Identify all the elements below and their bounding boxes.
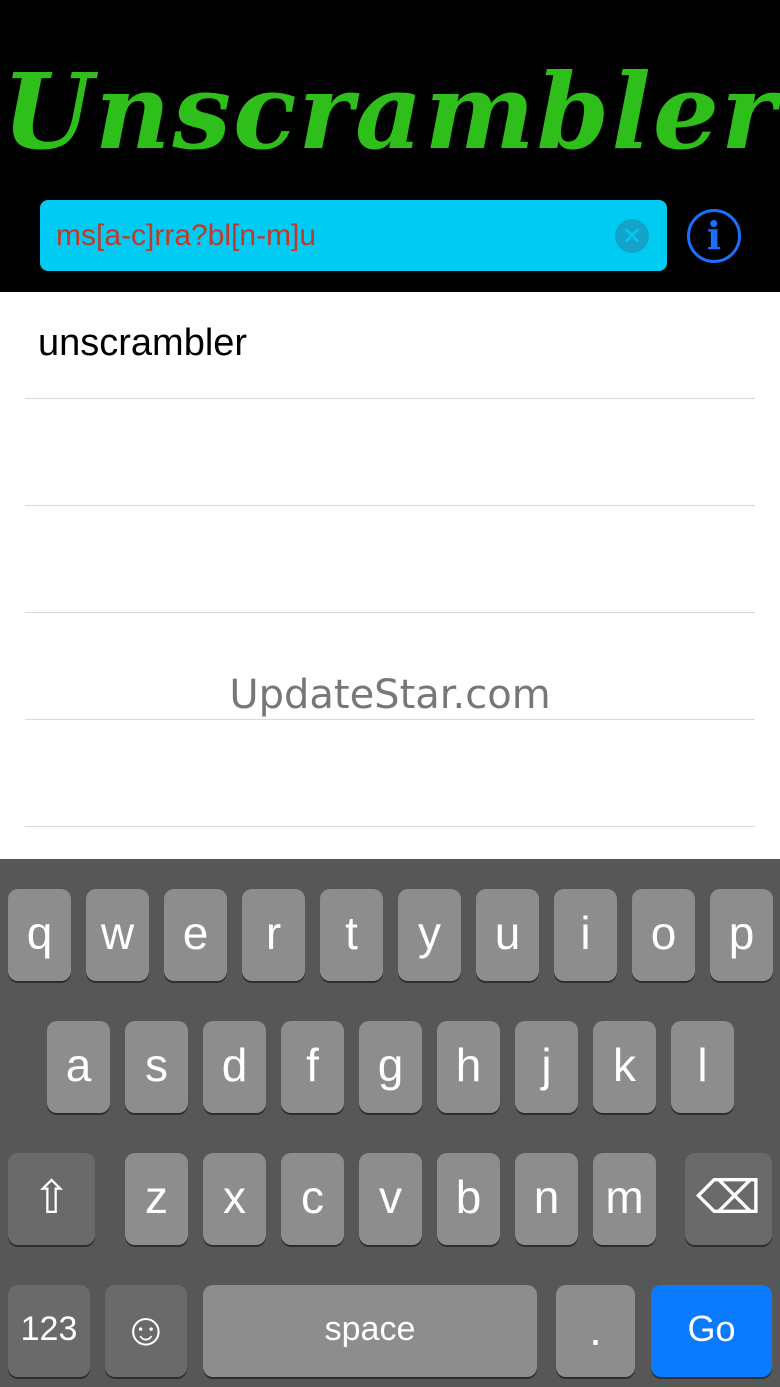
- delete-icon[interactable]: ⌫: [685, 1153, 772, 1245]
- key-k[interactable]: k: [593, 1021, 656, 1113]
- go-button[interactable]: Go: [651, 1285, 772, 1377]
- list-item[interactable]: [25, 720, 755, 827]
- key-h[interactable]: h: [437, 1021, 500, 1113]
- key-s[interactable]: s: [125, 1021, 188, 1113]
- period-key[interactable]: .: [556, 1285, 635, 1377]
- key-e[interactable]: e: [164, 889, 227, 981]
- key-d[interactable]: d: [203, 1021, 266, 1113]
- emoji-icon[interactable]: ☺: [105, 1285, 187, 1377]
- keyboard: q w e r t y u i o p a s d f g h j k l ⇧ …: [0, 859, 780, 1387]
- list-item[interactable]: [25, 399, 755, 506]
- list-item[interactable]: [25, 506, 755, 613]
- key-x[interactable]: x: [203, 1153, 266, 1245]
- shift-icon[interactable]: ⇧: [8, 1153, 95, 1245]
- key-i[interactable]: i: [554, 889, 617, 981]
- key-j[interactable]: j: [515, 1021, 578, 1113]
- info-icon[interactable]: i: [687, 209, 741, 263]
- key-r[interactable]: r: [242, 889, 305, 981]
- clear-icon[interactable]: ✕: [615, 219, 649, 253]
- search-input[interactable]: [56, 200, 596, 271]
- key-o[interactable]: o: [632, 889, 695, 981]
- key-u[interactable]: u: [476, 889, 539, 981]
- key-y[interactable]: y: [398, 889, 461, 981]
- key-p[interactable]: p: [710, 889, 773, 981]
- key-q[interactable]: q: [8, 889, 71, 981]
- key-m[interactable]: m: [593, 1153, 656, 1245]
- key-w[interactable]: w: [86, 889, 149, 981]
- watermark: UpdateStar.com: [229, 672, 551, 718]
- key-f[interactable]: f: [281, 1021, 344, 1113]
- app-title: Unscrambler: [2, 50, 778, 173]
- results-list: unscrambler UpdateStar.com: [0, 292, 780, 860]
- key-z[interactable]: z: [125, 1153, 188, 1245]
- key-g[interactable]: g: [359, 1021, 422, 1113]
- key-b[interactable]: b: [437, 1153, 500, 1245]
- key-v[interactable]: v: [359, 1153, 422, 1245]
- key-a[interactable]: a: [47, 1021, 110, 1113]
- space-key[interactable]: space: [203, 1285, 537, 1377]
- key-n[interactable]: n: [515, 1153, 578, 1245]
- key-l[interactable]: l: [671, 1021, 734, 1113]
- key-t[interactable]: t: [320, 889, 383, 981]
- search-box[interactable]: ✕: [40, 200, 667, 271]
- header: Unscrambler ✕ i: [0, 0, 780, 292]
- numbers-key[interactable]: 123: [8, 1285, 90, 1377]
- list-item[interactable]: unscrambler: [25, 292, 755, 399]
- key-c[interactable]: c: [281, 1153, 344, 1245]
- list-item-label: unscrambler: [38, 322, 248, 364]
